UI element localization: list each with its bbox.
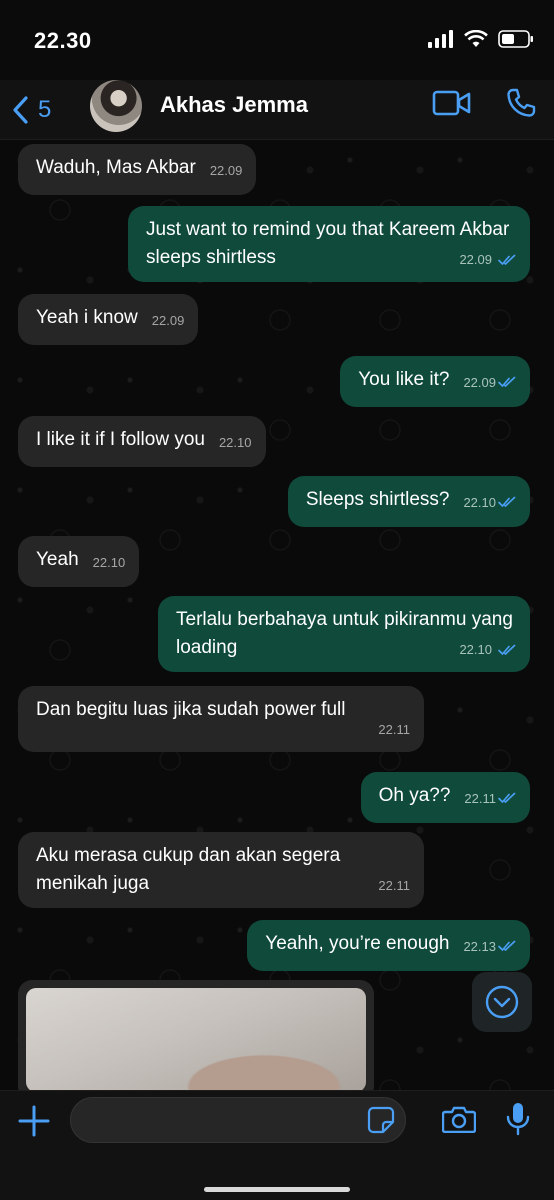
home-indicator [204, 1187, 350, 1192]
double-check-icon [498, 792, 516, 803]
message-list[interactable]: Waduh, Mas Akbar 22.09 Just want to remin… [0, 140, 554, 1090]
message-outgoing[interactable]: You like it? 22.09 [340, 356, 530, 407]
message-outgoing[interactable]: Sleeps shirtless? 22.10 [287, 476, 530, 527]
message-outgoing[interactable]: Oh ya?? 22.11 [360, 772, 530, 823]
double-check-icon [498, 644, 516, 655]
video-camera-icon[interactable] [432, 89, 472, 117]
message-incoming[interactable]: Yeah i know 22.09 [18, 294, 199, 345]
message-incoming[interactable]: I like it if I follow you 22.10 [18, 416, 266, 467]
photo-message[interactable] [18, 980, 374, 1090]
scroll-to-bottom-button[interactable] [472, 972, 532, 1032]
message-incoming[interactable]: Waduh, Mas Akbar 22.09 [18, 144, 257, 195]
status-icons [428, 30, 534, 48]
contact-name[interactable]: Akhas Jemma [160, 92, 308, 118]
message-time: 22.13 [463, 939, 496, 954]
message-time: 22.10 [218, 435, 252, 450]
message-incoming[interactable]: Aku merasa cukup dan akan segera menikah… [18, 832, 424, 908]
chevron-left-icon [13, 96, 28, 124]
message-text: Dan begitu luas jika sudah power full [36, 699, 346, 720]
message-outgoing[interactable]: Terlalu berbahaya untuk pikiranmu yang l… [158, 596, 530, 672]
sticker-icon[interactable] [367, 1106, 395, 1134]
plus-icon[interactable] [16, 1103, 52, 1139]
message-text: You like it? [358, 369, 450, 390]
message-incoming[interactable]: Yeah 22.10 [18, 536, 140, 587]
message-input[interactable] [71, 1098, 405, 1142]
message-time: 22.10 [92, 555, 126, 570]
double-check-icon [498, 496, 516, 507]
microphone-icon[interactable] [505, 1101, 531, 1137]
message-time: 22.11 [464, 791, 496, 806]
signal-icon [428, 30, 453, 48]
status-time: 22.30 [34, 28, 92, 53]
double-check-icon [498, 940, 516, 951]
message-time: 22.11 [378, 722, 410, 737]
camera-icon[interactable] [442, 1105, 476, 1133]
message-time: 22.09 [459, 252, 492, 267]
message-text: I like it if I follow you [36, 429, 205, 450]
message-text: Yeah i know [36, 307, 138, 328]
unread-count: 5 [38, 96, 52, 123]
message-outgoing[interactable]: Yeahh, you’re enough 22.13 [247, 920, 530, 971]
message-text: Yeahh, you’re enough [265, 933, 450, 954]
double-check-icon [498, 376, 516, 387]
message-time: 22.11 [378, 878, 410, 893]
message-text: Waduh, Mas Akbar [36, 157, 196, 178]
back-button[interactable]: 5 [10, 90, 51, 130]
message-time: 22.09 [463, 375, 496, 390]
message-incoming[interactable]: Dan begitu luas jika sudah power full 22… [18, 686, 424, 752]
photo-thumbnail[interactable] [26, 988, 366, 1090]
message-outgoing[interactable]: Just want to remind you that Kareem Akba… [128, 206, 530, 282]
message-text: Oh ya?? [378, 785, 451, 806]
contact-avatar[interactable] [90, 80, 142, 132]
message-time: 22.10 [463, 495, 496, 510]
chevron-down-circle-icon [485, 985, 519, 1019]
message-text: Just want to remind you that Kareem Akba… [146, 219, 510, 268]
wifi-icon [464, 30, 488, 47]
message-input-wrapper[interactable] [70, 1097, 406, 1143]
double-check-icon [498, 254, 516, 265]
phone-icon[interactable] [506, 88, 536, 118]
message-text: Yeah [36, 549, 79, 570]
chat-header: 5 Akhas Jemma [0, 80, 554, 140]
composer-bar [0, 1090, 554, 1200]
message-time: 22.09 [151, 313, 185, 328]
status-bar: 22.30 [0, 0, 554, 80]
message-time: 22.10 [459, 642, 492, 657]
message-text: Aku merasa cukup dan akan segera menikah… [36, 845, 341, 894]
battery-icon [498, 30, 533, 48]
message-time: 22.09 [209, 163, 243, 178]
message-text: Sleeps shirtless? [305, 489, 450, 510]
